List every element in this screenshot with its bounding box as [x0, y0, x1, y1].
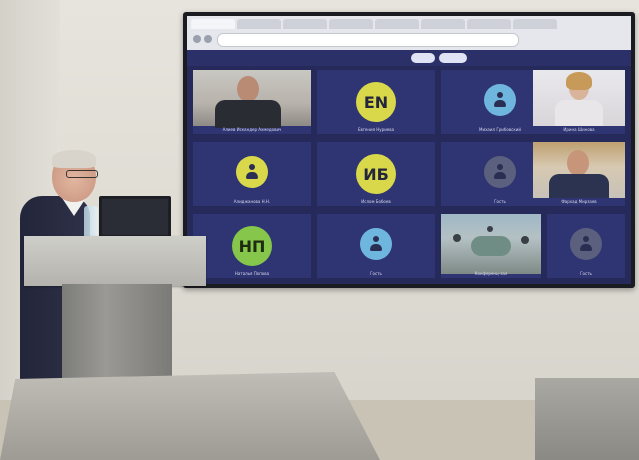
participant-name: Гость — [370, 271, 382, 276]
participant-name: Гость — [580, 271, 592, 276]
toolbar-pill[interactable] — [439, 53, 467, 63]
conference-room-photo: Алиев Искандер Ахмедович EN Евгения Нури… — [0, 0, 639, 460]
browser-tab[interactable] — [421, 19, 465, 29]
reload-icon[interactable] — [204, 35, 212, 43]
address-bar[interactable] — [217, 33, 519, 47]
laptop — [99, 196, 171, 240]
participant-name: Евгения Нуриева — [357, 127, 395, 132]
participant-name: Алиджанова Н.Н. — [233, 199, 271, 204]
participant-avatar: НП — [232, 226, 272, 266]
participant-tile[interactable]: Конференц-зал — [441, 214, 541, 278]
participant-tile[interactable]: Гость — [547, 214, 625, 278]
browser-tab[interactable] — [191, 19, 235, 29]
participant-grid: Алиев Искандер Ахмедович EN Евгения Нури… — [193, 70, 625, 280]
video-conference-screen: Алиев Искандер Ахмедович EN Евгения Нури… — [187, 16, 631, 284]
display-screen: Алиев Искандер Ахмедович EN Евгения Нури… — [183, 12, 635, 288]
person-icon — [484, 84, 516, 116]
glasses-icon — [66, 170, 98, 178]
participant-video — [533, 142, 625, 198]
participant-name: Конференц-зал — [474, 271, 508, 276]
person-icon — [570, 228, 602, 260]
participant-tile[interactable]: Алиев Искандер Ахмедович — [193, 70, 311, 134]
browser-tab[interactable] — [467, 19, 511, 29]
browser-tab[interactable] — [375, 19, 419, 29]
participant-avatar: EN — [356, 82, 396, 122]
back-icon[interactable] — [193, 35, 201, 43]
participant-name: Наталья Попова — [234, 271, 270, 276]
participant-tile[interactable]: Ирина Шинова — [533, 70, 625, 134]
participant-name: Алиев Искандер Ахмедович — [222, 127, 282, 132]
participant-avatar: ИБ — [356, 154, 396, 194]
participant-name: Ирина Шинова — [563, 127, 595, 132]
person-icon — [360, 228, 392, 260]
meeting-toolbar — [187, 50, 631, 66]
browser-chrome — [187, 16, 631, 50]
browser-tab[interactable] — [237, 19, 281, 29]
participant-video — [533, 70, 625, 126]
browser-tab[interactable] — [283, 19, 327, 29]
browser-tabs — [191, 19, 557, 31]
conference-table — [0, 372, 380, 460]
water-bottle — [84, 206, 98, 240]
participant-tile[interactable]: ИБ Ислом Бобоев — [317, 142, 435, 206]
participant-video — [441, 214, 541, 274]
participant-tile[interactable]: Фархад Мирзаев — [533, 142, 625, 206]
conference-table — [535, 378, 639, 460]
browser-tab[interactable] — [513, 19, 557, 29]
participant-name: Ислом Бобоев — [361, 199, 391, 204]
podium-top — [24, 236, 206, 286]
toolbar-pill[interactable] — [411, 53, 435, 63]
person-icon — [236, 156, 268, 188]
participant-tile[interactable]: Алиджанова Н.Н. — [193, 142, 311, 206]
participant-tile[interactable]: EN Евгения Нуриева — [317, 70, 435, 134]
participant-tile[interactable]: НП Наталья Попова — [193, 214, 311, 278]
participant-name: Фархад Мирзаев — [561, 199, 597, 204]
speaker-hair — [52, 150, 96, 168]
person-icon — [484, 156, 516, 188]
browser-tab[interactable] — [329, 19, 373, 29]
participant-tile[interactable]: Гость — [317, 214, 435, 278]
participant-video — [193, 70, 311, 128]
